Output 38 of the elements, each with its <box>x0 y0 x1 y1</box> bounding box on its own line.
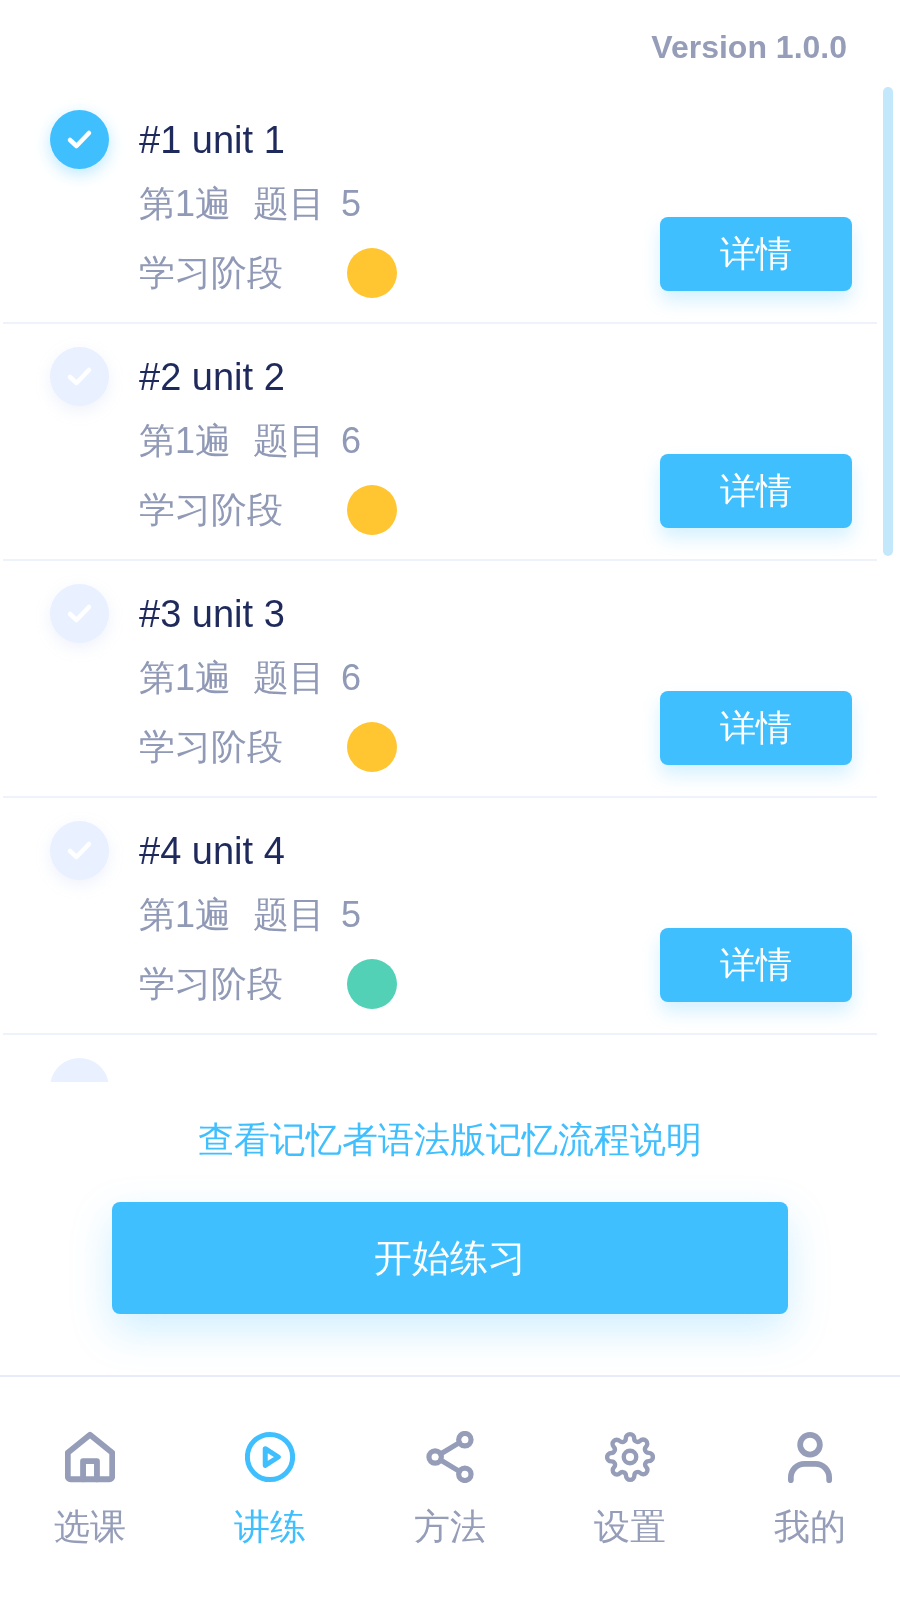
questions-label: 题目 <box>253 419 326 463</box>
version-label: Version 1.0.0 <box>651 27 847 67</box>
user-icon <box>785 1431 835 1483</box>
settings-icon <box>605 1431 655 1483</box>
stage-label: 学习阶段 <box>139 725 283 769</box>
nav-tab[interactable]: 我的 <box>774 1431 846 1549</box>
unit-title: #1 unit 1 <box>139 118 285 163</box>
nav-tab[interactable]: 设置 <box>594 1431 666 1549</box>
detail-button[interactable]: 详情 <box>660 217 852 291</box>
questions-count: 6 <box>341 419 362 463</box>
round-label: 第1遍 <box>139 419 232 463</box>
home-icon <box>65 1431 115 1483</box>
share-icon <box>425 1431 475 1483</box>
questions-count: 6 <box>341 656 362 700</box>
detail-button[interactable]: 详情 <box>660 691 852 765</box>
stage-label: 学习阶段 <box>139 251 283 295</box>
unit-title: #2 unit 2 <box>139 355 285 400</box>
stage-label: 学习阶段 <box>139 488 283 532</box>
questions-count: 5 <box>341 182 362 226</box>
nav-tab[interactable]: 方法 <box>414 1431 486 1549</box>
detail-button[interactable]: 详情 <box>660 928 852 1002</box>
round-label: 第1遍 <box>139 893 232 937</box>
questions-count: 5 <box>341 893 362 937</box>
check-circle-icon[interactable] <box>50 110 109 169</box>
nav-tab[interactable]: 讲练 <box>234 1431 306 1549</box>
unit-title: #3 unit 3 <box>139 592 285 637</box>
start-practice-button[interactable]: 开始练习 <box>112 1202 788 1314</box>
round-label: 第1遍 <box>139 656 232 700</box>
nav-tab[interactable]: 选课 <box>54 1431 126 1549</box>
round-label: 第1遍 <box>139 182 232 226</box>
unit-title: #4 unit 4 <box>139 829 285 874</box>
guide-link[interactable]: 查看记忆者语法版记忆流程说明 <box>198 1115 702 1165</box>
detail-button[interactable]: 详情 <box>660 454 852 528</box>
stage-label: 学习阶段 <box>139 962 283 1006</box>
questions-label: 题目 <box>253 182 326 226</box>
questions-label: 题目 <box>253 893 326 937</box>
scrollbar[interactable] <box>883 87 893 556</box>
questions-label: 题目 <box>253 656 326 700</box>
